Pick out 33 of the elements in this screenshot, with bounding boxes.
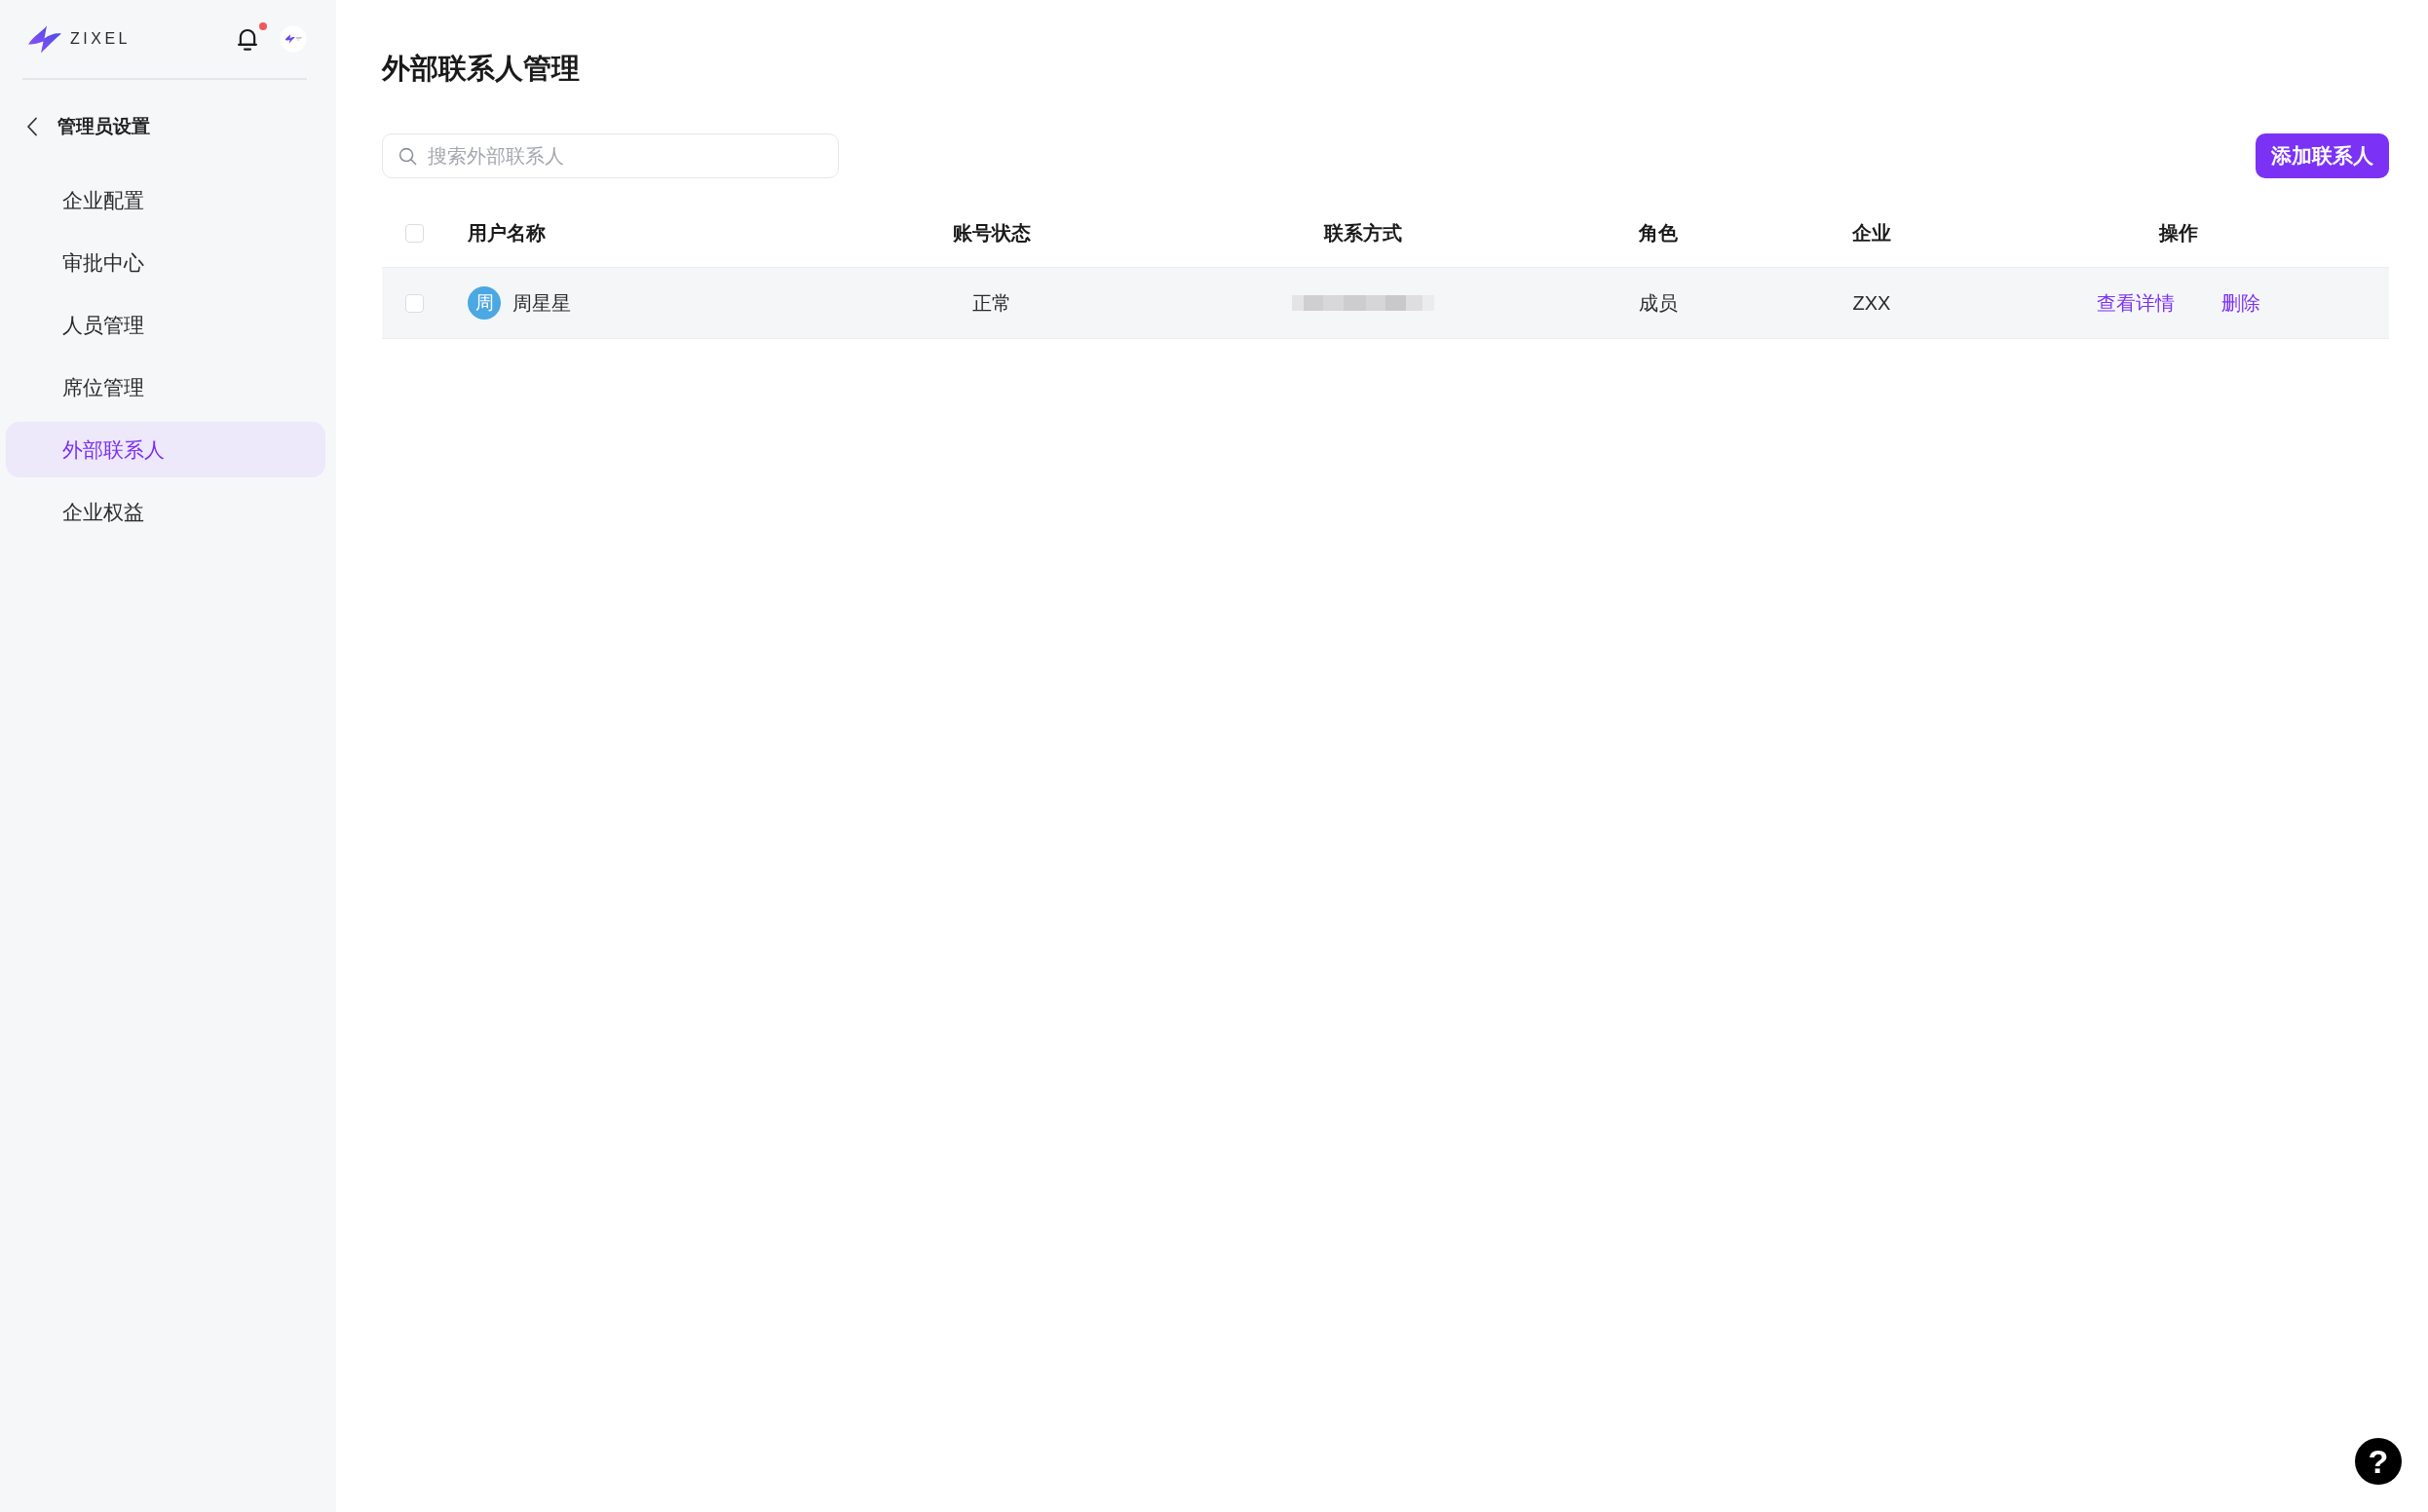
column-header: 企业 xyxy=(1852,220,1891,246)
select-all-checkbox[interactable] xyxy=(405,223,424,243)
table-cell-text: 成员 xyxy=(1639,290,1678,316)
column-header: 账号状态 xyxy=(953,220,1031,246)
add-contact-button[interactable]: 添加联系人 xyxy=(2256,133,2389,178)
back-button[interactable]: 管理员设置 xyxy=(0,99,150,154)
table-cell: ZXX xyxy=(1852,291,1891,315)
chevron-left-icon xyxy=(26,117,38,136)
column-header: 角色 xyxy=(1639,220,1678,246)
row-checkbox[interactable] xyxy=(405,293,424,313)
logo-wordmark: ZIXEL xyxy=(70,30,131,48)
nav-item[interactable]: 人员管理 xyxy=(6,297,325,353)
search-field[interactable]: 搜索外部联系人 xyxy=(382,133,839,178)
nav-item[interactable]: 企业权益 xyxy=(6,484,325,540)
user-name: 周星星 xyxy=(512,290,571,316)
column-header: 联系方式 xyxy=(1324,220,1402,246)
action-link[interactable]: 查看详情 xyxy=(2097,289,2175,317)
search-icon xyxy=(398,147,417,166)
column-header: 用户名称 xyxy=(468,220,546,246)
nav-item[interactable]: 审批中心 xyxy=(6,235,325,290)
account-avatar-icon[interactable] xyxy=(280,25,307,53)
action-link[interactable]: 删除 xyxy=(2221,289,2260,317)
user-avatar: 周 xyxy=(468,286,501,320)
column-header: 操作 xyxy=(2159,220,2198,246)
table-row[interactable]: 周 周星星 正常 成员 ZXX 查看详情 删除 xyxy=(382,268,2389,339)
nav-item[interactable]: 外部联系人 xyxy=(6,422,325,477)
nav-item[interactable]: 企业配置 xyxy=(6,172,325,228)
notification-bell-icon[interactable] xyxy=(237,26,258,52)
logo-icon xyxy=(27,23,62,55)
page-title: 外部联系人管理 xyxy=(382,52,580,86)
help-button[interactable]: ? xyxy=(2355,1438,2402,1485)
table-cell-text: 正常 xyxy=(972,290,1011,316)
nav-item[interactable]: 席位管理 xyxy=(6,359,325,415)
